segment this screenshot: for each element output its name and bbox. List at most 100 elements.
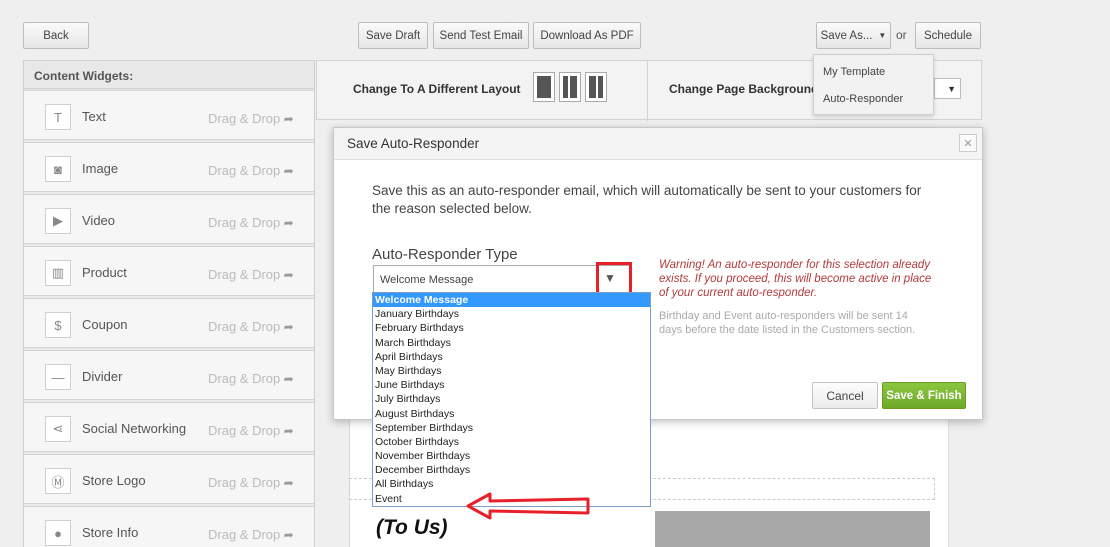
share-icon: ⋖ (45, 416, 71, 442)
dialog-description: Save this as an auto-responder email, wh… (372, 183, 922, 216)
widget-divider[interactable]: — Divider Drag & Drop ➦ (24, 350, 314, 400)
widget-store-logo[interactable]: Ⓜ Store Logo Drag & Drop ➦ (24, 454, 314, 504)
warning-message: Warning! An auto-responder for this sele… (659, 259, 932, 299)
drag-drop-text: Drag & Drop (208, 423, 281, 438)
arrow-right-icon: ➦ (280, 528, 294, 542)
save-as-label: Save As... (820, 29, 873, 42)
drag-drop-text: Drag & Drop (208, 267, 281, 282)
drag-drop-hint: Drag & Drop ➦ (208, 111, 294, 126)
widget-video[interactable]: ▶ Video Drag & Drop ➦ (24, 194, 314, 244)
birthday-note: Birthday and Event auto-responders will … (659, 310, 916, 336)
drag-drop-hint: Drag & Drop ➦ (208, 475, 294, 490)
widget-label: Store Logo (82, 473, 146, 488)
layout-option-3[interactable] (585, 72, 607, 102)
sidebar-header: Content Widgets: (24, 61, 314, 89)
background-select[interactable]: ▼ (934, 78, 961, 99)
drag-drop-hint: Drag & Drop ➦ (208, 423, 294, 438)
close-icon[interactable]: ✕ (959, 134, 977, 152)
option-item[interactable]: April Birthdays (373, 350, 650, 364)
widget-social-networking[interactable]: ⋖ Social Networking Drag & Drop ➦ (24, 402, 314, 452)
image-placeholder (655, 511, 930, 547)
arrow-right-icon: ➦ (280, 268, 294, 282)
widget-store-info[interactable]: ● Store Info Drag & Drop ➦ (24, 506, 314, 547)
drag-drop-hint: Drag & Drop ➦ (208, 371, 294, 386)
save-finish-button[interactable]: Save & Finish (882, 382, 966, 409)
menu-item-my-template[interactable]: My Template (814, 58, 933, 85)
camera-icon: ◙ (45, 156, 71, 182)
coupon-icon: $ (45, 312, 71, 338)
drag-drop-text: Drag & Drop (208, 111, 281, 126)
drag-drop-hint: Drag & Drop ➦ (208, 163, 294, 178)
logo-icon: Ⓜ (45, 468, 71, 494)
arrow-right-icon: ➦ (280, 164, 294, 178)
save-as-button[interactable]: Save As... ▼ (816, 22, 891, 49)
drag-drop-text: Drag & Drop (208, 215, 281, 230)
option-item[interactable]: July Birthdays (373, 392, 650, 406)
arrow-right-icon: ➦ (280, 320, 294, 334)
widget-label: Divider (82, 369, 123, 384)
drag-drop-hint: Drag & Drop ➦ (208, 267, 294, 282)
option-item[interactable]: Welcome Message (373, 293, 650, 308)
drag-drop-hint: Drag & Drop ➦ (208, 319, 294, 334)
layout-option-2[interactable] (559, 72, 581, 102)
send-test-email-button[interactable]: Send Test Email (433, 22, 529, 49)
widget-text[interactable]: T Text Drag & Drop ➦ (24, 90, 314, 140)
caret-down-icon: ▼ (878, 31, 887, 40)
widget-label: Product (82, 265, 127, 280)
option-item[interactable]: May Birthdays (373, 364, 650, 378)
auto-responder-type-select[interactable]: Welcome Message (373, 265, 630, 293)
option-item[interactable]: September Birthdays (373, 421, 650, 435)
widget-label: Text (82, 109, 106, 124)
divider-icon: — (45, 364, 71, 390)
save-as-menu: My Template Auto-Responder (813, 54, 934, 115)
arrow-right-icon: ➦ (280, 424, 294, 438)
option-item[interactable]: March Birthdays (373, 336, 650, 350)
drag-drop-text: Drag & Drop (208, 527, 281, 542)
text-icon: T (45, 104, 71, 130)
widget-coupon[interactable]: $ Coupon Drag & Drop ➦ (24, 298, 314, 348)
barcode-icon: ▥ (45, 260, 71, 286)
widget-label: Store Info (82, 525, 139, 540)
drag-drop-hint: Drag & Drop ➦ (208, 215, 294, 230)
widget-label: Image (82, 161, 119, 176)
drag-drop-text: Drag & Drop (208, 163, 281, 178)
change-layout-label: Change To A Different Layout (353, 82, 521, 96)
option-item[interactable]: February Birthdays (373, 321, 650, 335)
dropdown-arrow-icon[interactable]: ▼ (604, 271, 616, 285)
auto-responder-type-label: Auto-Responder Type (372, 246, 518, 263)
option-item[interactable]: All Birthdays (373, 477, 650, 491)
auto-responder-options-list: Welcome Message January Birthdays February… (372, 292, 651, 507)
option-item[interactable]: October Birthdays (373, 435, 650, 449)
dialog-titlebar: Save Auto-Responder ✕ (334, 128, 982, 160)
arrow-right-icon: ➦ (280, 112, 294, 126)
drag-drop-text: Drag & Drop (208, 319, 281, 334)
or-text: or (896, 28, 907, 42)
arrow-right-icon: ➦ (280, 476, 294, 490)
widget-label: Video (82, 213, 116, 228)
download-pdf-button[interactable]: Download As PDF (533, 22, 641, 49)
change-background-label: Change Page Background (669, 82, 819, 96)
option-item[interactable]: June Birthdays (373, 378, 650, 392)
annotation-arrow-icon (466, 492, 590, 520)
save-draft-button[interactable]: Save Draft (358, 22, 428, 49)
widget-image[interactable]: ◙ Image Drag & Drop ➦ (24, 142, 314, 192)
schedule-button[interactable]: Schedule (915, 22, 981, 49)
drag-drop-text: Drag & Drop (208, 371, 281, 386)
back-button[interactable]: Back (23, 22, 89, 49)
option-item[interactable]: August Birthdays (373, 407, 650, 421)
canvas-heading: (To Us) (376, 516, 448, 539)
content-widgets-sidebar: Content Widgets: T Text Drag & Drop ➦ ◙ Imag… (23, 60, 315, 547)
menu-item-auto-responder[interactable]: Auto-Responder (814, 85, 933, 112)
widget-label: Social Networking (82, 421, 187, 436)
cancel-button[interactable]: Cancel (812, 382, 878, 409)
option-item[interactable]: January Birthdays (373, 307, 650, 321)
option-item[interactable]: December Birthdays (373, 463, 650, 477)
drag-drop-hint: Drag & Drop ➦ (208, 527, 294, 542)
widget-product[interactable]: ▥ Product Drag & Drop ➦ (24, 246, 314, 296)
layout-option-1[interactable] (533, 72, 555, 102)
play-icon: ▶ (45, 208, 71, 234)
arrow-right-icon: ➦ (280, 372, 294, 386)
option-item[interactable]: November Birthdays (373, 449, 650, 463)
drag-drop-text: Drag & Drop (208, 475, 281, 490)
dialog-title: Save Auto-Responder (347, 136, 480, 151)
